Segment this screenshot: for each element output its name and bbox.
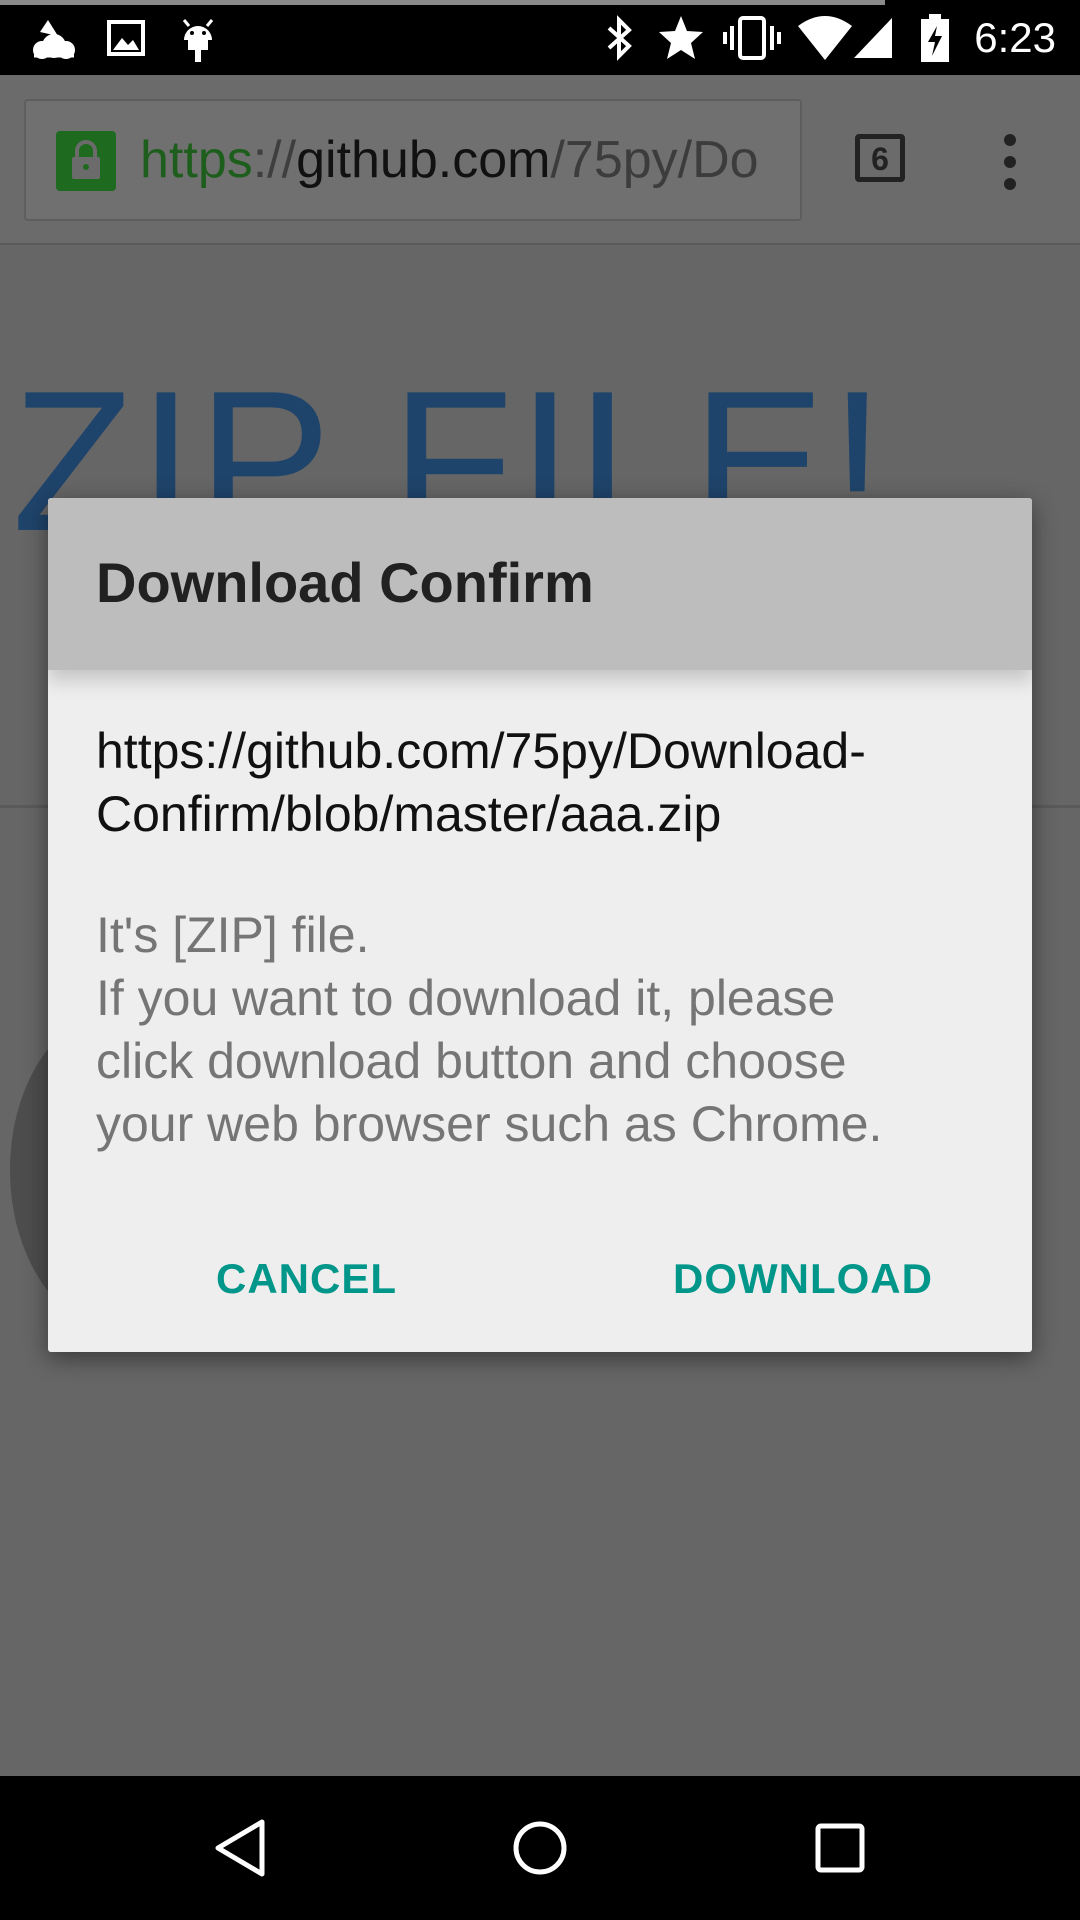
url-path: /75py/Do bbox=[550, 131, 759, 189]
dialog-message-line: If you want to download it, please bbox=[96, 970, 836, 1026]
recents-icon[interactable] bbox=[810, 1816, 870, 1880]
battery-charging-icon bbox=[921, 14, 949, 62]
lock-icon bbox=[56, 131, 116, 191]
dialog-message-line: your web browser such as Chrome. bbox=[96, 1096, 883, 1152]
dialog-message-line: It's [ZIP] file. bbox=[96, 907, 370, 963]
dialog-url: https://github.com/75py/Download-Confirm… bbox=[96, 723, 866, 842]
star-icon bbox=[659, 16, 703, 59]
download-button[interactable]: DOWNLOAD bbox=[673, 1246, 933, 1312]
cancel-button[interactable]: CANCEL bbox=[216, 1246, 397, 1312]
weather-icon bbox=[33, 20, 75, 59]
overflow-menu-icon[interactable] bbox=[990, 132, 1030, 192]
android-icon bbox=[182, 19, 214, 62]
vibrate-icon bbox=[723, 16, 781, 60]
browser-toolbar: https://github.com/75py/Do 6 bbox=[0, 75, 1080, 245]
dialog-title: Download Confirm bbox=[96, 551, 594, 614]
url-separator: :// bbox=[252, 131, 297, 189]
dialog-header: Download Confirm bbox=[48, 498, 1032, 670]
back-icon[interactable] bbox=[210, 1816, 270, 1880]
wifi-icon bbox=[798, 16, 852, 60]
status-bar: 6:23 bbox=[0, 0, 1080, 75]
image-icon bbox=[107, 20, 145, 56]
home-icon[interactable] bbox=[510, 1816, 570, 1880]
url-host: github.com bbox=[296, 131, 551, 189]
page-load-progress bbox=[0, 0, 885, 5]
download-confirm-dialog: Download Confirm https://github.com/75py… bbox=[48, 498, 1032, 1352]
url-text[interactable]: https://github.com/75py/Do bbox=[140, 125, 759, 195]
bluetooth-icon bbox=[607, 15, 632, 61]
navigation-bar bbox=[0, 1776, 1080, 1920]
url-scheme: https bbox=[140, 131, 253, 189]
signal-icon bbox=[854, 18, 892, 58]
url-bar[interactable]: https://github.com/75py/Do bbox=[24, 99, 802, 221]
tab-switcher-icon[interactable]: 6 bbox=[855, 134, 905, 182]
status-clock: 6:23 bbox=[974, 14, 1056, 61]
dialog-message-line: click download button and choose bbox=[96, 1033, 847, 1089]
